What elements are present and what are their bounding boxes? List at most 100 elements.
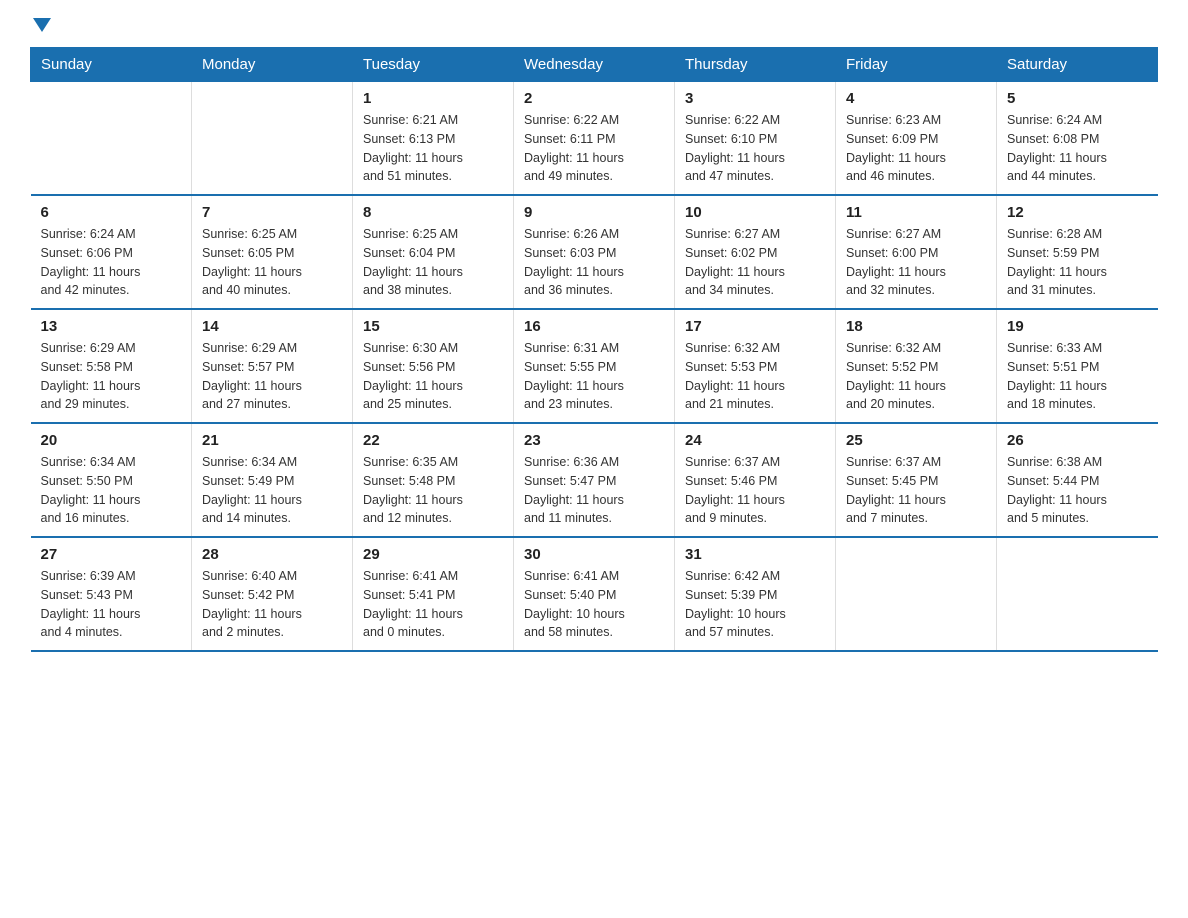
calendar-week-1: 1 Sunrise: 6:21 AM Sunset: 6:13 PM Daylig… — [31, 82, 1158, 196]
calendar-cell: 16 Sunrise: 6:31 AM Sunset: 5:55 PM Dayli… — [514, 309, 675, 423]
calendar-header: SundayMondayTuesdayWednesdayThursdayFrid… — [31, 48, 1158, 82]
day-number: 29 — [363, 546, 503, 563]
calendar-week-4: 20Sunrise: 6:34 AM Sunset: 5:50 PM Dayli… — [31, 423, 1158, 537]
calendar-cell: 27 Sunrise: 6:39 AM Sunset: 5:43 PM Dayli… — [31, 537, 192, 651]
weekday-header-sunday: Sunday — [31, 48, 192, 82]
day-number: 22 — [363, 432, 503, 449]
calendar-cell: 29 Sunrise: 6:41 AM Sunset: 5:41 PM Dayli… — [353, 537, 514, 651]
day-number: 14 — [202, 318, 342, 335]
day-number: 16 — [524, 318, 664, 335]
day-number: 18 — [846, 318, 986, 335]
calendar-cell — [836, 537, 997, 651]
calendar-cell: 14 Sunrise: 6:29 AM Sunset: 5:57 PM Dayli… — [192, 309, 353, 423]
day-number: 28 — [202, 546, 342, 563]
day-info: Sunrise: 6:40 AM Sunset: 5:42 PM Dayligh… — [202, 567, 342, 642]
day-info: Sunrise: 6:23 AM Sunset: 6:09 PM Dayligh… — [846, 111, 986, 186]
calendar-cell — [31, 82, 192, 196]
logo — [30, 20, 51, 37]
day-info: Sunrise: 6:27 AM Sunset: 6:00 PM Dayligh… — [846, 225, 986, 300]
day-info: Sunrise: 6:37 AM Sunset: 5:45 PM Dayligh… — [846, 453, 986, 528]
day-info: Sunrise: 6:35 AM Sunset: 5:48 PM Dayligh… — [363, 453, 503, 528]
calendar-cell: 9 Sunrise: 6:26 AM Sunset: 6:03 PM Daylig… — [514, 195, 675, 309]
weekday-header-friday: Friday — [836, 48, 997, 82]
calendar-cell: 23 Sunrise: 6:36 AM Sunset: 5:47 PM Dayli… — [514, 423, 675, 537]
day-number: 19 — [1007, 318, 1148, 335]
day-number: 9 — [524, 204, 664, 221]
calendar-cell: 3 Sunrise: 6:22 AM Sunset: 6:10 PM Daylig… — [675, 82, 836, 196]
day-number: 4 — [846, 90, 986, 107]
day-info: Sunrise: 6:24 AM Sunset: 6:06 PM Dayligh… — [41, 225, 182, 300]
day-info: Sunrise: 6:24 AM Sunset: 6:08 PM Dayligh… — [1007, 111, 1148, 186]
calendar-cell: 30 Sunrise: 6:41 AM Sunset: 5:40 PM Dayli… — [514, 537, 675, 651]
calendar-cell: 26Sunrise: 6:38 AM Sunset: 5:44 PM Dayli… — [997, 423, 1158, 537]
day-info: Sunrise: 6:31 AM Sunset: 5:55 PM Dayligh… — [524, 339, 664, 414]
day-number: 11 — [846, 204, 986, 221]
day-info: Sunrise: 6:22 AM Sunset: 6:10 PM Dayligh… — [685, 111, 825, 186]
weekday-header-thursday: Thursday — [675, 48, 836, 82]
day-number: 31 — [685, 546, 825, 563]
day-number: 24 — [685, 432, 825, 449]
day-info: Sunrise: 6:39 AM Sunset: 5:43 PM Dayligh… — [41, 567, 182, 642]
weekday-header-saturday: Saturday — [997, 48, 1158, 82]
day-number: 23 — [524, 432, 664, 449]
calendar-cell: 22 Sunrise: 6:35 AM Sunset: 5:48 PM Dayli… — [353, 423, 514, 537]
day-number: 30 — [524, 546, 664, 563]
day-number: 1 — [363, 90, 503, 107]
calendar-cell: 21Sunrise: 6:34 AM Sunset: 5:49 PM Dayli… — [192, 423, 353, 537]
day-number: 13 — [41, 318, 182, 335]
day-info: Sunrise: 6:21 AM Sunset: 6:13 PM Dayligh… — [363, 111, 503, 186]
calendar-week-5: 27 Sunrise: 6:39 AM Sunset: 5:43 PM Dayli… — [31, 537, 1158, 651]
day-number: 21 — [202, 432, 342, 449]
calendar-cell: 31 Sunrise: 6:42 AM Sunset: 5:39 PM Dayli… — [675, 537, 836, 651]
day-info: Sunrise: 6:22 AM Sunset: 6:11 PM Dayligh… — [524, 111, 664, 186]
day-info: Sunrise: 6:41 AM Sunset: 5:41 PM Dayligh… — [363, 567, 503, 642]
logo-arrow-icon — [33, 18, 51, 37]
calendar-cell: 15 Sunrise: 6:30 AM Sunset: 5:56 PM Dayli… — [353, 309, 514, 423]
day-info: Sunrise: 6:29 AM Sunset: 5:58 PM Dayligh… — [41, 339, 182, 414]
day-info: Sunrise: 6:37 AM Sunset: 5:46 PM Dayligh… — [685, 453, 825, 528]
day-info: Sunrise: 6:25 AM Sunset: 6:04 PM Dayligh… — [363, 225, 503, 300]
day-info: Sunrise: 6:36 AM Sunset: 5:47 PM Dayligh… — [524, 453, 664, 528]
day-info: Sunrise: 6:32 AM Sunset: 5:53 PM Dayligh… — [685, 339, 825, 414]
weekday-header-tuesday: Tuesday — [353, 48, 514, 82]
calendar-cell: 25 Sunrise: 6:37 AM Sunset: 5:45 PM Dayli… — [836, 423, 997, 537]
calendar-cell: 10Sunrise: 6:27 AM Sunset: 6:02 PM Dayli… — [675, 195, 836, 309]
day-info: Sunrise: 6:29 AM Sunset: 5:57 PM Dayligh… — [202, 339, 342, 414]
day-number: 26 — [1007, 432, 1148, 449]
day-number: 10 — [685, 204, 825, 221]
day-number: 7 — [202, 204, 342, 221]
calendar-cell: 6Sunrise: 6:24 AM Sunset: 6:06 PM Daylig… — [31, 195, 192, 309]
calendar-cell: 19 Sunrise: 6:33 AM Sunset: 5:51 PM Dayli… — [997, 309, 1158, 423]
day-info: Sunrise: 6:25 AM Sunset: 6:05 PM Dayligh… — [202, 225, 342, 300]
day-number: 3 — [685, 90, 825, 107]
calendar-cell: 1 Sunrise: 6:21 AM Sunset: 6:13 PM Daylig… — [353, 82, 514, 196]
calendar-week-3: 13 Sunrise: 6:29 AM Sunset: 5:58 PM Dayli… — [31, 309, 1158, 423]
calendar-cell: 17 Sunrise: 6:32 AM Sunset: 5:53 PM Dayli… — [675, 309, 836, 423]
weekday-header-monday: Monday — [192, 48, 353, 82]
day-number: 25 — [846, 432, 986, 449]
day-number: 15 — [363, 318, 503, 335]
weekday-header-wednesday: Wednesday — [514, 48, 675, 82]
day-number: 27 — [41, 546, 182, 563]
calendar-cell: 20Sunrise: 6:34 AM Sunset: 5:50 PM Dayli… — [31, 423, 192, 537]
calendar-cell: 2 Sunrise: 6:22 AM Sunset: 6:11 PM Daylig… — [514, 82, 675, 196]
calendar-cell: 28 Sunrise: 6:40 AM Sunset: 5:42 PM Dayli… — [192, 537, 353, 651]
day-info: Sunrise: 6:30 AM Sunset: 5:56 PM Dayligh… — [363, 339, 503, 414]
day-info: Sunrise: 6:42 AM Sunset: 5:39 PM Dayligh… — [685, 567, 825, 642]
day-info: Sunrise: 6:28 AM Sunset: 5:59 PM Dayligh… — [1007, 225, 1148, 300]
calendar-table: SundayMondayTuesdayWednesdayThursdayFrid… — [30, 47, 1158, 652]
calendar-week-2: 6Sunrise: 6:24 AM Sunset: 6:06 PM Daylig… — [31, 195, 1158, 309]
day-number: 20 — [41, 432, 182, 449]
day-info: Sunrise: 6:41 AM Sunset: 5:40 PM Dayligh… — [524, 567, 664, 642]
calendar-cell: 12Sunrise: 6:28 AM Sunset: 5:59 PM Dayli… — [997, 195, 1158, 309]
day-info: Sunrise: 6:26 AM Sunset: 6:03 PM Dayligh… — [524, 225, 664, 300]
day-info: Sunrise: 6:33 AM Sunset: 5:51 PM Dayligh… — [1007, 339, 1148, 414]
day-number: 2 — [524, 90, 664, 107]
day-number: 17 — [685, 318, 825, 335]
calendar-cell: 11 Sunrise: 6:27 AM Sunset: 6:00 PM Dayli… — [836, 195, 997, 309]
calendar-cell: 24 Sunrise: 6:37 AM Sunset: 5:46 PM Dayli… — [675, 423, 836, 537]
calendar-cell: 5Sunrise: 6:24 AM Sunset: 6:08 PM Daylig… — [997, 82, 1158, 196]
page-header — [30, 20, 1158, 37]
calendar-cell: 8Sunrise: 6:25 AM Sunset: 6:04 PM Daylig… — [353, 195, 514, 309]
calendar-cell: 13 Sunrise: 6:29 AM Sunset: 5:58 PM Dayli… — [31, 309, 192, 423]
